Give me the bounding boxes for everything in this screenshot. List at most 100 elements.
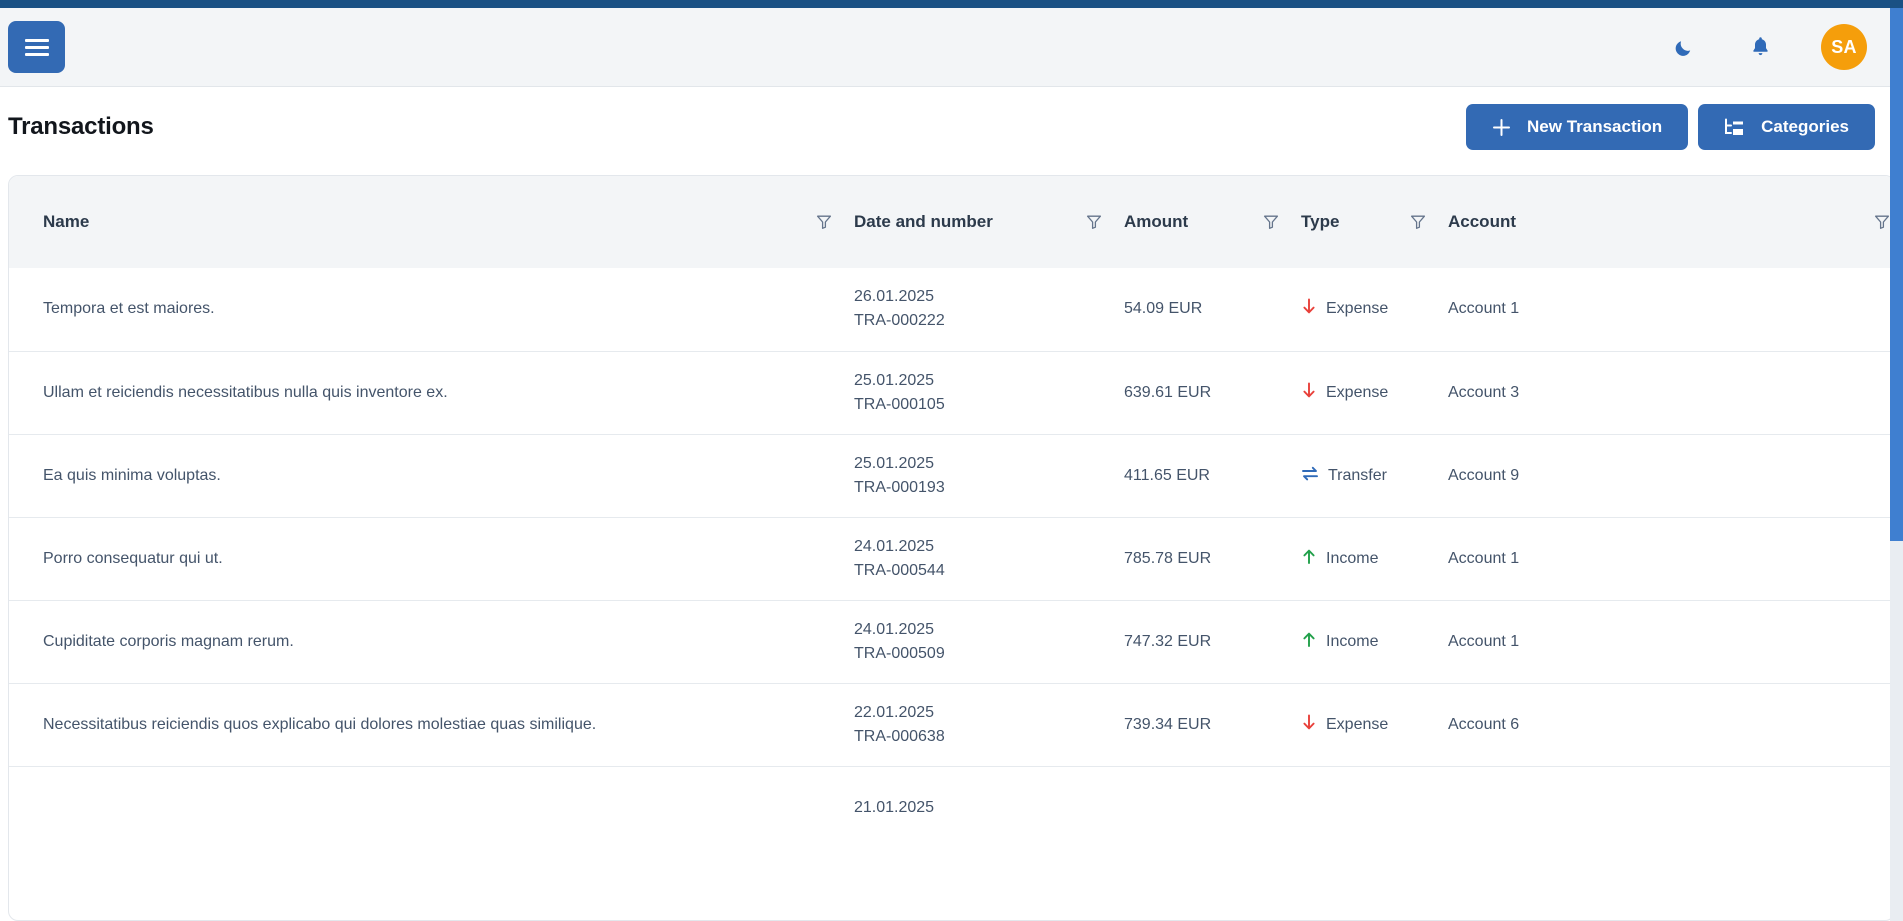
cell-type: Expense	[1301, 683, 1448, 766]
table-row[interactable]: Tempora et est maiores. 26.01.2025TRA-000…	[9, 268, 1895, 351]
transaction-type: Expense	[1326, 384, 1388, 402]
transaction-account: Account 9	[1448, 467, 1519, 484]
transaction-account: Account 3	[1448, 384, 1519, 401]
transaction-number: TRA-000544	[854, 559, 1124, 583]
cell-date-and-number: 26.01.2025TRA-000222	[854, 268, 1124, 351]
transaction-amount: 54.09 EUR	[1124, 300, 1202, 317]
filter-button-type[interactable]	[1410, 214, 1426, 230]
cell-name: Ea quis minima voluptas.	[9, 434, 854, 517]
transactions-table: Name Date and number	[9, 176, 1895, 849]
cell-name: Necessitatibus reiciendis quos explicabo…	[9, 683, 854, 766]
cell-date-and-number: 25.01.2025TRA-000193	[854, 434, 1124, 517]
cell-date-and-number: 21.01.2025	[854, 766, 1124, 849]
top-navigation-bar: SA	[0, 8, 1903, 87]
column-header-date-and-number: Date and number	[854, 176, 1124, 268]
categories-button[interactable]: Categories	[1698, 104, 1875, 150]
plus-icon	[1492, 118, 1511, 137]
cell-name: Porro consequatur qui ut.	[9, 517, 854, 600]
column-header-amount: Amount	[1124, 176, 1301, 268]
cell-amount: 785.78 EUR	[1124, 517, 1301, 600]
transfer-arrows-icon	[1301, 465, 1319, 487]
transaction-amount: 411.65 EUR	[1124, 467, 1210, 484]
filter-button-amount[interactable]	[1263, 214, 1279, 230]
cell-account: Account 1	[1448, 268, 1895, 351]
bell-icon	[1751, 36, 1770, 58]
cell-type: Transfer	[1301, 434, 1448, 517]
transaction-number: TRA-000222	[854, 309, 1124, 333]
page-scrollbar-thumb[interactable]	[1890, 8, 1903, 541]
column-label-name: Name	[43, 212, 89, 232]
transaction-account: Account 1	[1448, 300, 1519, 317]
cell-type: Expense	[1301, 351, 1448, 434]
transaction-name: Necessitatibus reiciendis quos explicabo…	[43, 716, 596, 733]
hamburger-menu-button[interactable]	[8, 21, 65, 73]
page-title: Transactions	[8, 113, 154, 141]
transaction-date: 25.01.2025	[854, 369, 1124, 393]
arrow-up-icon	[1301, 548, 1317, 570]
column-header-account: Account	[1448, 176, 1895, 268]
transaction-name: Ea quis minima voluptas.	[43, 467, 221, 484]
top-accent-bar	[0, 0, 1903, 8]
folder-tree-icon	[1724, 118, 1745, 137]
transaction-type: Expense	[1326, 716, 1388, 734]
topbar-actions: SA	[1669, 24, 1875, 70]
transaction-date: 25.01.2025	[854, 452, 1124, 476]
cell-date-and-number: 24.01.2025TRA-000509	[854, 600, 1124, 683]
cell-amount: 747.32 EUR	[1124, 600, 1301, 683]
filter-icon	[1263, 214, 1279, 230]
cell-amount: 411.65 EUR	[1124, 434, 1301, 517]
transaction-amount: 747.32 EUR	[1124, 633, 1211, 650]
column-label-type: Type	[1301, 212, 1339, 232]
cell-name: Ullam et reiciendis necessitatibus nulla…	[9, 351, 854, 434]
table-row[interactable]: Necessitatibus reiciendis quos explicabo…	[9, 683, 1895, 766]
filter-button-name[interactable]	[816, 214, 832, 230]
cell-type	[1301, 766, 1448, 849]
table-row[interactable]: Ullam et reiciendis necessitatibus nulla…	[9, 351, 1895, 434]
filter-button-account[interactable]	[1874, 214, 1890, 230]
transaction-account: Account 1	[1448, 633, 1519, 650]
new-transaction-button[interactable]: New Transaction	[1466, 104, 1688, 150]
cell-account: Account 6	[1448, 683, 1895, 766]
notifications-button[interactable]	[1745, 32, 1775, 62]
table-row[interactable]: Cupiditate corporis magnam rerum.24.01.2…	[9, 600, 1895, 683]
categories-label: Categories	[1761, 117, 1849, 137]
transaction-date: 24.01.2025	[854, 535, 1124, 559]
page-scrollbar-track[interactable]	[1890, 8, 1903, 921]
table-row[interactable]: Porro consequatur qui ut.24.01.2025TRA-0…	[9, 517, 1895, 600]
transaction-amount: 739.34 EUR	[1124, 716, 1211, 733]
filter-icon	[1410, 214, 1426, 230]
table-card-wrapper: Name Date and number	[0, 167, 1903, 921]
cell-account: Account 1	[1448, 517, 1895, 600]
dark-mode-toggle-button[interactable]	[1669, 32, 1699, 62]
table-row[interactable]: Ea quis minima voluptas. 25.01.2025TRA-00…	[9, 434, 1895, 517]
column-header-name: Name	[9, 176, 854, 268]
transaction-date: 26.01.2025	[854, 285, 1124, 309]
arrow-down-icon	[1301, 714, 1317, 736]
new-transaction-label: New Transaction	[1527, 117, 1662, 137]
filter-icon	[1874, 214, 1890, 230]
cell-date-and-number: 24.01.2025TRA-000544	[854, 517, 1124, 600]
transaction-name: Ullam et reiciendis necessitatibus nulla…	[43, 384, 448, 401]
user-avatar[interactable]: SA	[1821, 24, 1867, 70]
transaction-date: 21.01.2025	[854, 796, 1124, 820]
transaction-number: TRA-000193	[854, 476, 1124, 500]
transaction-number: TRA-000638	[854, 725, 1124, 749]
hamburger-icon	[25, 39, 49, 56]
transaction-type: Expense	[1326, 300, 1388, 318]
table-header-row: Name Date and number	[9, 176, 1895, 268]
cell-type: Expense	[1301, 268, 1448, 351]
column-label-date-and-number: Date and number	[854, 212, 993, 232]
table-row[interactable]: 21.01.2025	[9, 766, 1895, 849]
cell-account: Account 9	[1448, 434, 1895, 517]
transactions-card: Name Date and number	[8, 175, 1895, 921]
cell-date-and-number: 25.01.2025TRA-000105	[854, 351, 1124, 434]
filter-icon	[816, 214, 832, 230]
column-label-account: Account	[1448, 212, 1516, 232]
filter-button-date-and-number[interactable]	[1086, 214, 1102, 230]
transaction-date: 24.01.2025	[854, 618, 1124, 642]
transaction-name: Tempora et est maiores.	[43, 300, 215, 317]
arrow-down-icon	[1301, 298, 1317, 320]
cell-type: Income	[1301, 517, 1448, 600]
cell-name	[9, 766, 854, 849]
transaction-number: TRA-000105	[854, 393, 1124, 417]
